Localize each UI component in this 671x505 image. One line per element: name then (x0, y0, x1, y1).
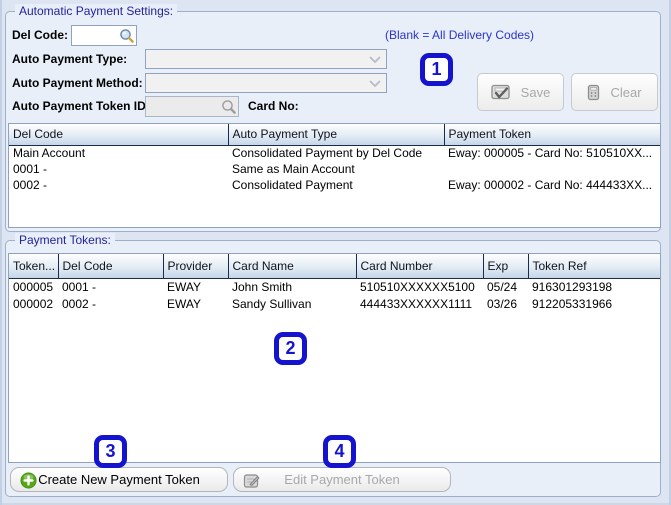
create-button-label: Create New Payment Token (38, 472, 200, 487)
chevron-down-icon (369, 80, 381, 88)
annotation-1: 1 (420, 53, 453, 86)
group-title-settings: Automatic Payment Settings: (15, 4, 178, 19)
edit-icon (243, 474, 260, 488)
chevron-down-icon (369, 56, 381, 64)
table-cell: 000005 (13, 279, 54, 294)
group-title-tokens: Payment Tokens: (15, 233, 115, 248)
table-row[interactable]: Main Account Consolidated Payment by Del … (9, 145, 660, 161)
table-cell: 0002 - (13, 178, 48, 192)
table-cell: 912205331966 (532, 296, 613, 311)
automatic-payment-settings-panel: Automatic Payment Settings: Del Code: (B… (0, 0, 671, 505)
column-header[interactable]: Card Number (356, 254, 484, 279)
column-header[interactable]: Card Name (228, 254, 357, 279)
table-cell: Sandy Sullivan (232, 296, 312, 311)
card-no-label: Card No: (248, 99, 299, 113)
search-icon-disabled[interactable] (221, 99, 237, 115)
column-header[interactable]: Token Ref (528, 254, 660, 279)
table-cell: Same as Main Account (232, 162, 355, 176)
table-cell: 0001 - (13, 162, 48, 176)
column-header[interactable]: Payment Token (444, 124, 660, 146)
clear-icon (588, 84, 600, 100)
column-header[interactable]: Del Code (9, 124, 229, 146)
del-code-input[interactable] (73, 27, 117, 44)
table-cell: John Smith (232, 279, 293, 294)
payment-tokens-table: Token... Del Code Provider Card Name Card Nu… (9, 254, 660, 312)
table-cell: Main Account (13, 146, 86, 161)
annotation-4: 4 (323, 435, 356, 468)
table-cell: Eway: 000002 - Card No: 444433XX... (448, 178, 653, 192)
save-icon (491, 84, 510, 99)
column-header[interactable]: Provider (163, 254, 229, 279)
table-row[interactable]: 000005 0001 - EWAY John Smith 510510XXXXXX51… (9, 278, 660, 295)
table-cell: 03/26 (487, 296, 518, 311)
table-cell: EWAY (167, 279, 202, 294)
automatic-payment-settings-group: Automatic Payment Settings: Del Code: (B… (5, 4, 661, 232)
auto-payment-method-label: Auto Payment Method: (12, 76, 143, 90)
table-cell (444, 161, 660, 177)
auto-payment-table: Del Code Auto Payment Type Payment Token Ma… (9, 124, 660, 193)
table-cell: Consolidated Payment (232, 178, 353, 192)
table-cell: Consolidated Payment by Del Code (232, 146, 423, 161)
annotation-2: 2 (274, 332, 307, 365)
save-button-label: Save (520, 84, 551, 100)
del-code-field[interactable] (71, 25, 137, 46)
create-new-payment-token-button[interactable]: Create New Payment Token (10, 467, 228, 492)
auto-payment-method-select[interactable] (145, 73, 387, 93)
auto-payment-token-id-input[interactable] (147, 98, 219, 115)
auto-payment-token-id-label: Auto Payment Token ID: (12, 99, 150, 113)
edit-button-label: Edit Payment Token (284, 472, 400, 487)
table-cell: 916301293198 (532, 279, 613, 294)
column-header[interactable]: Auto Payment Type (228, 124, 445, 146)
table-cell: 444433XXXXXX1111 (360, 296, 473, 311)
clear-button[interactable]: Clear (571, 73, 658, 111)
auto-payment-type-label: Auto Payment Type: (12, 52, 128, 66)
column-header[interactable]: Token... (9, 254, 59, 279)
table-row[interactable]: 0001 - Same as Main Account (9, 161, 660, 177)
edit-payment-token-button[interactable]: Edit Payment Token (233, 467, 451, 492)
table-row[interactable]: 0002 - Consolidated Payment Eway: 000002 -… (9, 177, 660, 193)
clear-button-label: Clear (610, 84, 642, 100)
table-cell: 0002 - (62, 296, 97, 311)
payment-tokens-table-container: Token... Del Code Provider Card Name Card Nu… (8, 253, 661, 463)
del-code-label: Del Code: (12, 28, 69, 42)
table-cell: 05/24 (487, 279, 518, 294)
table-cell: EWAY (167, 296, 202, 311)
auto-payment-table-container: Del Code Auto Payment Type Payment Token Ma… (8, 123, 661, 228)
table-cell: 000002 (13, 296, 54, 311)
column-header[interactable]: Exp (483, 254, 529, 279)
column-header[interactable]: Del Code (58, 254, 164, 279)
table-cell: 510510XXXXXX5100 (360, 279, 475, 294)
search-icon[interactable] (119, 28, 135, 44)
table-row[interactable]: 000002 0002 - EWAY Sandy Sullivan 444433XXXX… (9, 295, 660, 312)
annotation-3: 3 (94, 435, 127, 468)
save-button[interactable]: Save (477, 73, 564, 111)
auto-payment-token-id-field[interactable] (145, 96, 239, 117)
plus-icon (20, 472, 37, 489)
blank-delivery-codes-hint: (Blank = All Delivery Codes) (385, 28, 535, 42)
table-cell: 0001 - (62, 279, 97, 294)
auto-payment-type-select[interactable] (145, 49, 387, 69)
table-cell: Eway: 000005 - Card No: 510510XX... (448, 146, 653, 161)
